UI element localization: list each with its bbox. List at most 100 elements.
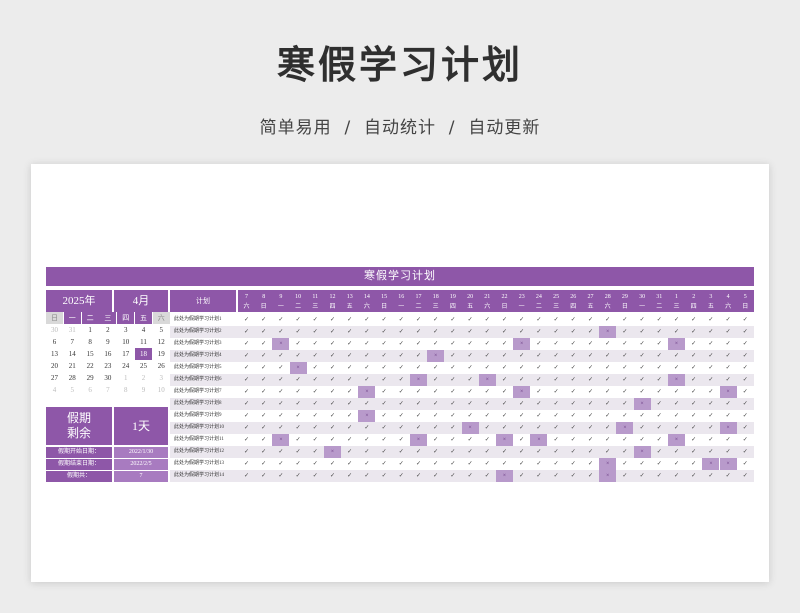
plan-cell-done[interactable]: ✓ (702, 326, 719, 338)
plan-cell-done[interactable]: ✓ (238, 434, 255, 446)
plan-cell-done[interactable]: ✓ (685, 422, 702, 434)
calendar-day[interactable]: 1 (82, 324, 99, 336)
plan-cell-missed[interactable]: × (633, 398, 651, 410)
plan-cell-done[interactable]: ✓ (582, 446, 599, 458)
plan-cell-done[interactable]: ✓ (582, 398, 599, 410)
plan-cell-done[interactable]: ✓ (272, 350, 289, 362)
plan-cell-done[interactable]: ✓ (479, 314, 496, 326)
plan-cell-done[interactable]: ✓ (393, 314, 410, 326)
plan-cell-done[interactable]: ✓ (496, 422, 513, 434)
plan-cell-done[interactable]: ✓ (462, 350, 479, 362)
calendar-day[interactable]: 22 (82, 360, 99, 372)
calendar-day[interactable]: 16 (99, 348, 116, 360)
plan-cell-done[interactable]: ✓ (358, 458, 375, 470)
plan-cell-done[interactable]: ✓ (341, 326, 358, 338)
plan-cell-done[interactable]: ✓ (720, 446, 737, 458)
plan-cell-missed[interactable]: × (513, 338, 531, 350)
plan-name[interactable]: 此处为假期学习计划1 (174, 314, 222, 326)
plan-cell-done[interactable]: ✓ (634, 422, 651, 434)
plan-cell-done[interactable]: ✓ (290, 458, 307, 470)
plan-cell-done[interactable]: ✓ (530, 374, 547, 386)
plan-cell-done[interactable]: ✓ (358, 398, 375, 410)
plan-cell-done[interactable]: ✓ (410, 314, 427, 326)
plan-cell-done[interactable]: ✓ (651, 470, 668, 482)
plan-cell-done[interactable]: ✓ (376, 374, 393, 386)
plan-cell-done[interactable]: ✓ (324, 326, 341, 338)
plan-cell-done[interactable]: ✓ (685, 326, 702, 338)
calendar-day[interactable]: 3 (117, 324, 134, 336)
plan-name[interactable]: 此处为假期学习计划10 (174, 422, 224, 434)
plan-name[interactable]: 此处为假期学习计划5 (174, 362, 222, 374)
plan-cell-done[interactable]: ✓ (685, 362, 702, 374)
plan-cell-done[interactable]: ✓ (565, 374, 582, 386)
plan-cell-done[interactable]: ✓ (616, 410, 633, 422)
plan-cell-done[interactable]: ✓ (634, 386, 651, 398)
plan-cell-done[interactable]: ✓ (616, 470, 633, 482)
plan-cell-done[interactable]: ✓ (651, 386, 668, 398)
plan-cell-done[interactable]: ✓ (548, 434, 565, 446)
plan-cell-done[interactable]: ✓ (324, 434, 341, 446)
calendar-day[interactable]: 4 (46, 384, 63, 396)
plan-cell-done[interactable]: ✓ (737, 410, 754, 422)
plan-cell-done[interactable]: ✓ (702, 374, 719, 386)
plan-cell-done[interactable]: ✓ (634, 362, 651, 374)
plan-cell-done[interactable]: ✓ (651, 398, 668, 410)
plan-cell-done[interactable]: ✓ (513, 374, 530, 386)
plan-cell-done[interactable]: ✓ (634, 338, 651, 350)
plan-cell-done[interactable]: ✓ (341, 434, 358, 446)
calendar-day[interactable]: 28 (64, 372, 81, 384)
plan-cell-done[interactable]: ✓ (324, 386, 341, 398)
plan-cell-missed[interactable]: × (719, 422, 737, 434)
calendar-day[interactable]: 23 (99, 360, 116, 372)
calendar-day[interactable]: 26 (153, 360, 170, 372)
plan-cell-done[interactable]: ✓ (376, 350, 393, 362)
plan-cell-done[interactable]: ✓ (651, 410, 668, 422)
plan-cell-done[interactable]: ✓ (548, 398, 565, 410)
plan-cell-done[interactable]: ✓ (651, 362, 668, 374)
plan-cell-done[interactable]: ✓ (462, 458, 479, 470)
calendar-day[interactable]: 4 (135, 324, 152, 336)
calendar-day[interactable]: 10 (153, 384, 170, 396)
plan-cell-done[interactable]: ✓ (462, 362, 479, 374)
plan-cell-done[interactable]: ✓ (720, 470, 737, 482)
plan-cell-done[interactable]: ✓ (530, 458, 547, 470)
plan-cell-done[interactable]: ✓ (668, 446, 685, 458)
plan-cell-done[interactable]: ✓ (737, 362, 754, 374)
plan-cell-done[interactable]: ✓ (238, 362, 255, 374)
plan-cell-done[interactable]: ✓ (393, 350, 410, 362)
plan-cell-done[interactable]: ✓ (616, 314, 633, 326)
plan-cell-done[interactable]: ✓ (720, 434, 737, 446)
plan-cell-done[interactable]: ✓ (530, 422, 547, 434)
plan-cell-done[interactable]: ✓ (462, 446, 479, 458)
calendar-day[interactable]: 2 (135, 372, 152, 384)
plan-cell-done[interactable]: ✓ (565, 326, 582, 338)
plan-cell-done[interactable]: ✓ (427, 374, 444, 386)
plan-cell-done[interactable]: ✓ (548, 446, 565, 458)
plan-cell-done[interactable]: ✓ (530, 386, 547, 398)
plan-cell-missed[interactable]: × (478, 374, 496, 386)
plan-cell-done[interactable]: ✓ (668, 458, 685, 470)
plan-cell-done[interactable]: ✓ (668, 422, 685, 434)
plan-cell-done[interactable]: ✓ (496, 386, 513, 398)
plan-cell-done[interactable]: ✓ (737, 386, 754, 398)
plan-cell-done[interactable]: ✓ (290, 422, 307, 434)
plan-cell-done[interactable]: ✓ (410, 362, 427, 374)
plan-cell-done[interactable]: ✓ (599, 374, 616, 386)
calendar-day[interactable]: 2 (99, 324, 116, 336)
plan-cell-done[interactable]: ✓ (307, 326, 324, 338)
start-date-value[interactable]: 2022/1/30 (114, 447, 168, 458)
plan-cell-done[interactable]: ✓ (238, 314, 255, 326)
plan-cell-done[interactable]: ✓ (427, 410, 444, 422)
plan-cell-done[interactable]: ✓ (479, 362, 496, 374)
plan-cell-done[interactable]: ✓ (272, 374, 289, 386)
plan-cell-done[interactable]: ✓ (651, 446, 668, 458)
plan-cell-done[interactable]: ✓ (513, 410, 530, 422)
plan-cell-done[interactable]: ✓ (548, 350, 565, 362)
plan-cell-done[interactable]: ✓ (479, 398, 496, 410)
plan-cell-done[interactable]: ✓ (530, 338, 547, 350)
plan-name[interactable]: 此处为假期学习计划14 (174, 470, 224, 482)
plan-cell-done[interactable]: ✓ (651, 314, 668, 326)
plan-cell-done[interactable]: ✓ (720, 350, 737, 362)
plan-cell-missed[interactable]: × (461, 422, 479, 434)
plan-cell-done[interactable]: ✓ (616, 398, 633, 410)
